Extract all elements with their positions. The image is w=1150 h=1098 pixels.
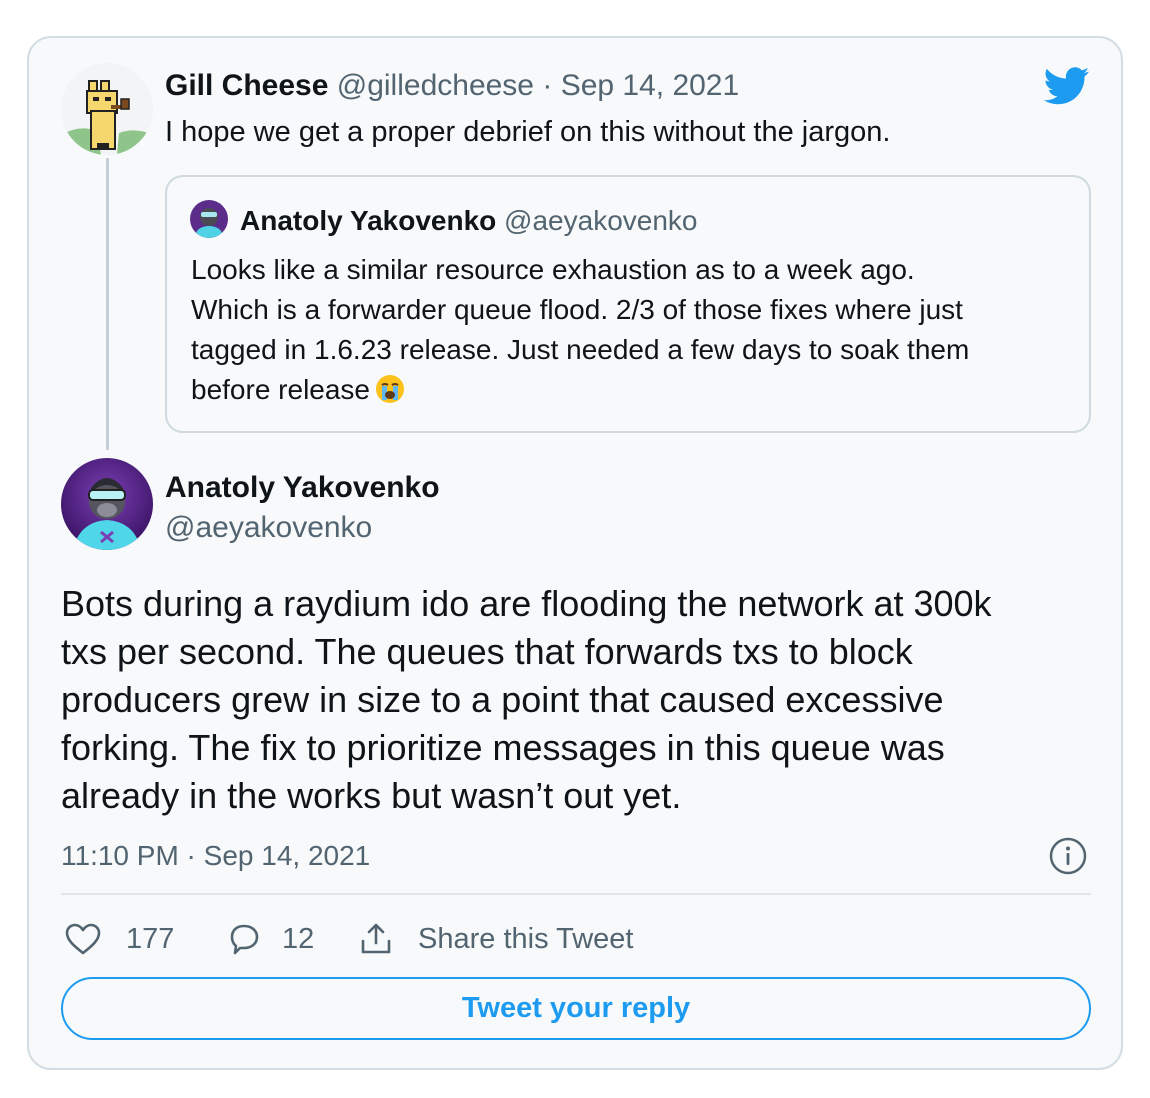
- main-text-line: Bots during a raydium ido are flooding t…: [61, 583, 992, 624]
- main-text-line: forking. The fix to prioritize messages …: [61, 727, 945, 768]
- parent-author-name[interactable]: Gill Cheese: [165, 69, 328, 102]
- quoted-author-avatar: [190, 200, 228, 238]
- quoted-text-line: tagged in 1.6.23 release. Just needed a …: [191, 334, 970, 365]
- reply-count: 12: [282, 922, 315, 955]
- speech-bubble-icon: [230, 924, 259, 955]
- like-button[interactable]: 177: [64, 917, 174, 961]
- quoted-tweet-header: Anatoly Yakovenko @aeyakovenko: [240, 202, 697, 240]
- share-upload-icon: [361, 923, 391, 954]
- parent-tweet-header: Gill Cheese @gilledcheese · Sep 14, 2021: [165, 66, 739, 106]
- main-text-line: producers grew in size to a point that c…: [61, 679, 944, 720]
- main-tweet-text: Bots during a raydium ido are flooding t…: [61, 580, 1101, 820]
- parent-author-handle[interactable]: @gilledcheese: [337, 69, 534, 102]
- header-separator: ·: [542, 69, 553, 102]
- main-author-avatar[interactable]: [61, 458, 153, 550]
- reply-count-button[interactable]: 12: [226, 917, 314, 961]
- parent-tweet-date[interactable]: Sep 14, 2021: [561, 69, 740, 102]
- quoted-author-handle: @aeyakovenko: [504, 205, 698, 236]
- quoted-text-line: Looks like a similar resource exhaustion…: [191, 254, 915, 285]
- loudly-crying-face-emoji: [376, 375, 405, 403]
- actions-divider: [61, 893, 1091, 895]
- twitter-bird-icon[interactable]: [1044, 67, 1090, 105]
- like-count: 177: [126, 922, 175, 955]
- heart-icon: [65, 923, 101, 955]
- share-label: Share this Tweet: [418, 922, 634, 955]
- main-author-name[interactable]: Anatoly Yakovenko: [165, 468, 440, 508]
- main-text-line: already in the works but wasn’t out yet.: [61, 775, 682, 816]
- thread-connector-line: [106, 158, 109, 450]
- parent-tweet-text: I hope we get a proper debrief on this w…: [165, 116, 891, 148]
- main-text-line: txs per second. The queues that forwards…: [61, 631, 913, 672]
- quoted-tweet-text: Looks like a similar resource exhaustion…: [191, 250, 1071, 410]
- quoted-text-line: Which is a forwarder queue flood. 2/3 of…: [191, 294, 963, 325]
- quoted-author-name: Anatoly Yakovenko: [240, 205, 497, 236]
- gill-cheese-avatar[interactable]: [61, 63, 153, 155]
- info-icon[interactable]: [1048, 836, 1088, 876]
- quoted-text-line: before release: [191, 374, 371, 405]
- tweet-timestamp[interactable]: 11:10 PM · Sep 14, 2021: [61, 836, 370, 876]
- tweet-your-reply-button[interactable]: Tweet your reply: [61, 977, 1091, 1040]
- main-author-handle[interactable]: @aeyakovenko: [165, 508, 372, 548]
- share-button[interactable]: Share this Tweet: [358, 917, 633, 961]
